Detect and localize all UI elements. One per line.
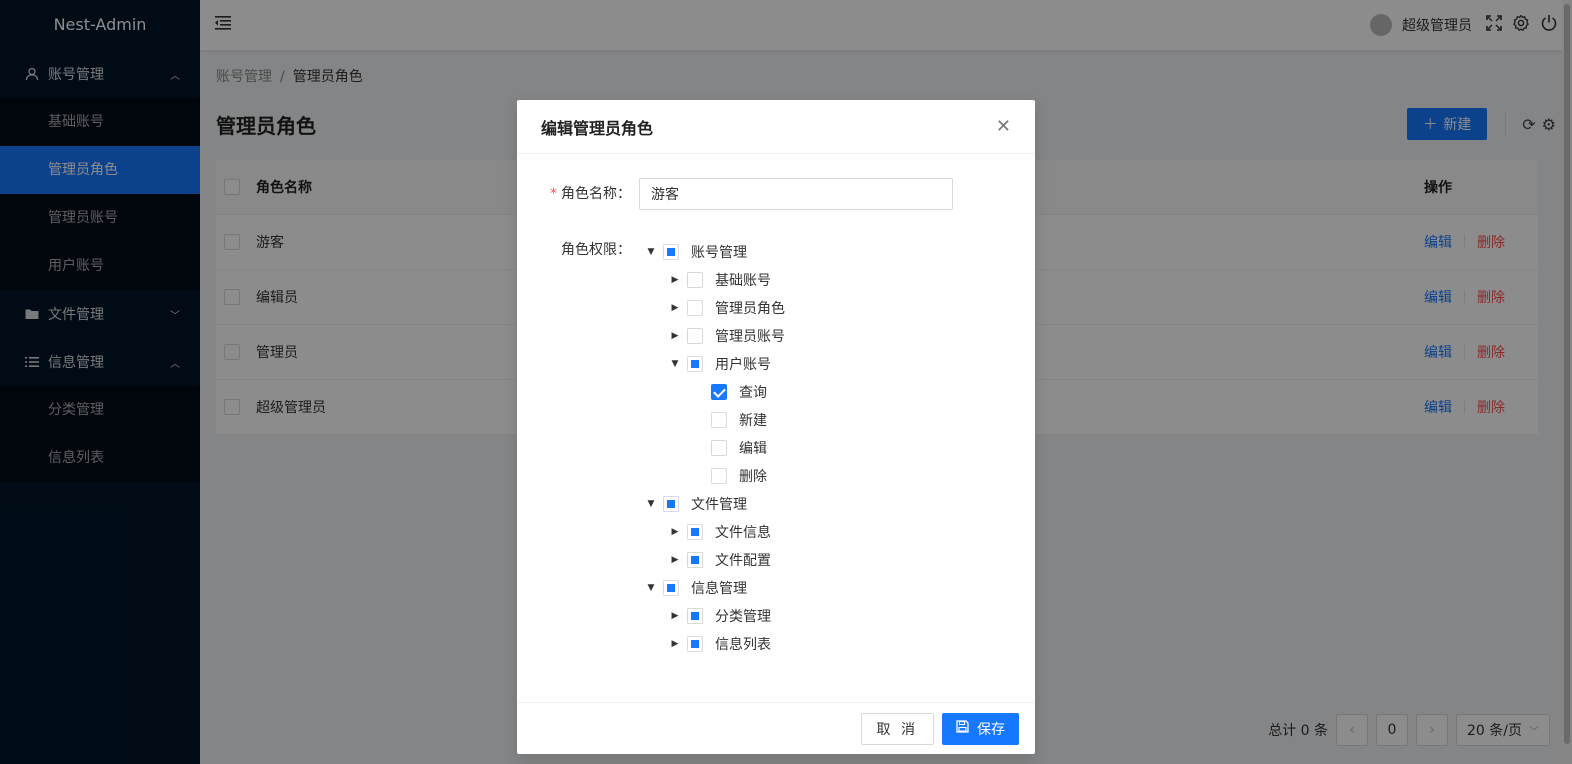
tree-node-title[interactable]: 管理员角色: [715, 298, 785, 318]
tree-node-title[interactable]: 文件信息: [715, 522, 771, 542]
caret-down-icon[interactable]: ▼: [639, 247, 663, 257]
role-name-label-text: 角色名称: [561, 186, 617, 202]
tree-checkbox[interactable]: [711, 468, 727, 484]
modal-footer: 取 消 保存: [517, 702, 1035, 754]
tree-node: ▶ 文件配置: [639, 546, 785, 574]
tree-node-title[interactable]: 基础账号: [715, 270, 771, 290]
caret-right-icon[interactable]: ▶: [663, 527, 687, 537]
save-button[interactable]: 保存: [942, 712, 1019, 745]
tree-node: 编辑: [639, 434, 785, 462]
role-permission-label: 角色权限：: [561, 242, 631, 258]
tree-checkbox[interactable]: [711, 384, 727, 400]
edit-role-modal: 编辑管理员角色 ✕ *角色名称： 角色权限： ▼ 账号管理 ▶ 基础账号: [517, 100, 1035, 754]
caret-right-icon[interactable]: ▶: [663, 555, 687, 565]
tree-node: ▶ 分类管理: [639, 602, 785, 630]
cancel-button[interactable]: 取 消: [860, 712, 934, 745]
tree-node-title[interactable]: 信息列表: [715, 634, 771, 654]
tree-node: 新建: [639, 406, 785, 434]
tree-node-title[interactable]: 编辑: [739, 438, 767, 458]
caret-right-icon[interactable]: ▶: [663, 639, 687, 649]
role-name-label: * 角色名称：: [550, 186, 631, 202]
tree-node-title[interactable]: 分类管理: [715, 606, 771, 626]
required-mark: *: [550, 186, 557, 202]
tree-node: 查询: [639, 378, 785, 406]
close-icon[interactable]: ✕: [996, 116, 1011, 137]
tree-checkbox[interactable]: [711, 440, 727, 456]
caret-down-icon[interactable]: ▼: [663, 359, 687, 369]
tree-node-title[interactable]: 文件配置: [715, 550, 771, 570]
tree-checkbox[interactable]: [663, 244, 679, 260]
tree-node: ▶ 信息列表: [639, 630, 785, 658]
caret-right-icon[interactable]: ▶: [663, 331, 687, 341]
tree-node-title[interactable]: 删除: [739, 466, 767, 486]
tree-node: ▼ 账号管理: [639, 238, 785, 266]
tree-node: ▼ 用户账号: [639, 350, 785, 378]
save-icon: [956, 720, 969, 737]
caret-right-icon[interactable]: ▶: [663, 611, 687, 621]
tree-checkbox[interactable]: [663, 580, 679, 596]
permission-tree: ▼ 账号管理 ▶ 基础账号 ▶ 管理员角色 ▶ 管理员账号 ▼ 用户账号 查询 …: [639, 238, 785, 658]
tree-checkbox[interactable]: [687, 636, 703, 652]
tree-checkbox[interactable]: [687, 356, 703, 372]
caret-right-icon[interactable]: ▶: [663, 303, 687, 313]
tree-checkbox[interactable]: [687, 524, 703, 540]
caret-down-icon[interactable]: ▼: [639, 583, 663, 593]
tree-node: ▼ 文件管理: [639, 490, 785, 518]
role-name-input[interactable]: [639, 178, 953, 210]
role-permission-row: 角色权限： ▼ 账号管理 ▶ 基础账号 ▶ 管理员角色 ▶ 管理员账号 ▼ 用户…: [541, 234, 1011, 658]
tree-node: ▶ 文件信息: [639, 518, 785, 546]
tree-node: ▶ 管理员角色: [639, 294, 785, 322]
tree-node: ▶ 基础账号: [639, 266, 785, 294]
role-permission-label-text: 角色权限: [561, 242, 617, 258]
tree-node-title[interactable]: 新建: [739, 410, 767, 430]
modal-header: 编辑管理员角色 ✕: [517, 100, 1035, 154]
modal-title: 编辑管理员角色: [541, 118, 654, 138]
tree-checkbox[interactable]: [687, 608, 703, 624]
caret-down-icon[interactable]: ▼: [639, 499, 663, 509]
tree-checkbox[interactable]: [711, 412, 727, 428]
tree-node: ▶ 管理员账号: [639, 322, 785, 350]
tree-checkbox[interactable]: [687, 300, 703, 316]
tree-checkbox[interactable]: [687, 552, 703, 568]
tree-node-title[interactable]: 用户账号: [715, 354, 771, 374]
tree-checkbox[interactable]: [663, 496, 679, 512]
tree-node-title[interactable]: 信息管理: [691, 578, 747, 598]
tree-checkbox[interactable]: [687, 328, 703, 344]
tree-node-title[interactable]: 管理员账号: [715, 326, 785, 346]
tree-node-title[interactable]: 查询: [739, 382, 767, 402]
caret-right-icon[interactable]: ▶: [663, 275, 687, 285]
modal-body: *角色名称： 角色权限： ▼ 账号管理 ▶ 基础账号 ▶: [517, 154, 1035, 658]
tree-checkbox[interactable]: [687, 272, 703, 288]
tree-node: 删除: [639, 462, 785, 490]
save-button-label: 保存: [977, 721, 1005, 738]
tree-node-title[interactable]: 账号管理: [691, 242, 747, 262]
tree-node-title[interactable]: 文件管理: [691, 494, 747, 514]
role-name-row: * 角色名称：: [541, 178, 1011, 210]
tree-node: ▼ 信息管理: [639, 574, 785, 602]
